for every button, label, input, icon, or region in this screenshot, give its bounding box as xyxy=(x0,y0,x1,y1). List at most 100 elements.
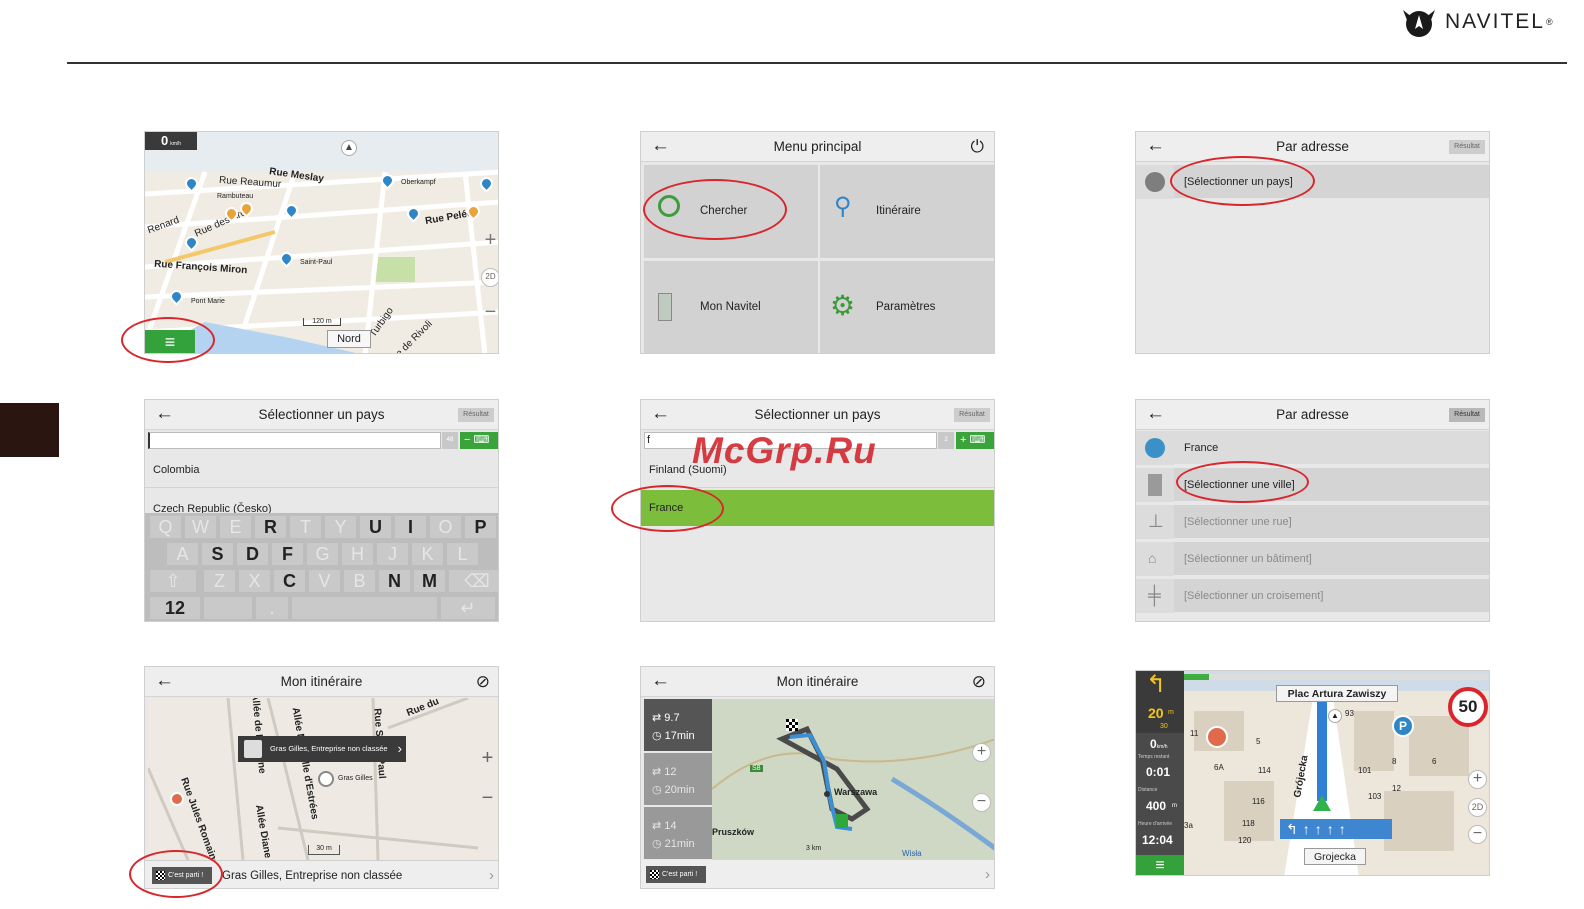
poi-popup[interactable]: Gras Gilles, Entreprise non classée › xyxy=(238,736,406,762)
back-arrow-icon[interactable]: ← xyxy=(651,400,670,428)
route-option-3[interactable]: ⇄ 14 ◷ 21min xyxy=(644,807,712,859)
keyboard-key[interactable]: H xyxy=(341,542,374,566)
keyboard-key[interactable]: X xyxy=(238,569,271,593)
parking-pin[interactable]: P xyxy=(1392,715,1414,737)
zoom-out-button[interactable]: − xyxy=(1468,825,1487,844)
space-key[interactable] xyxy=(291,596,438,620)
keyboard-key[interactable]: B xyxy=(343,569,376,593)
keyboard-toggle-button[interactable]: + ⌨ xyxy=(956,432,994,449)
keyboard-key[interactable]: M xyxy=(413,569,446,593)
keyboard-key[interactable]: P xyxy=(464,515,497,539)
keyboard-key[interactable]: T xyxy=(289,515,322,539)
back-arrow-icon[interactable]: ← xyxy=(651,667,670,695)
go-button[interactable]: C'est parti ! xyxy=(646,866,706,883)
menu-route[interactable]: ⚲ Itinéraire xyxy=(820,165,994,258)
route-options-icon[interactable]: ⊘ xyxy=(972,667,986,697)
back-arrow-icon[interactable]: ← xyxy=(1146,132,1165,160)
keyboard-key[interactable]: F xyxy=(271,542,304,566)
back-arrow-icon[interactable]: ← xyxy=(651,132,670,160)
view-2d-button[interactable]: 2D xyxy=(1468,798,1487,817)
house-number: 8 xyxy=(1392,757,1397,766)
keyboard-key[interactable]: R xyxy=(254,515,287,539)
keyboard-key[interactable]: I xyxy=(394,515,427,539)
highlight-ring xyxy=(1176,461,1309,503)
row-icon: ⌂ xyxy=(1136,542,1174,576)
route-option-1[interactable]: ⇄ 9.7 ◷ 17min xyxy=(644,699,712,751)
keyboard-key[interactable]: Z xyxy=(203,569,236,593)
keyboard-key[interactable]: S xyxy=(201,542,234,566)
map-view[interactable]: 0 km/h ▲ Rue Meslay Rue Reaumur Rambuteau… xyxy=(145,132,498,353)
select-street-row[interactable]: [Sélectionner une rue] xyxy=(1174,505,1489,539)
select-crossing-row[interactable]: [Sélectionner un croisement] xyxy=(1174,579,1489,613)
map-view[interactable]: Warszawa Pruszków Wisła S8 3 km + − xyxy=(712,699,994,860)
keyboard-key[interactable]: ⇧ xyxy=(149,569,197,593)
keyboard-key[interactable]: G xyxy=(306,542,339,566)
speed-limit-sign: 50 xyxy=(1448,687,1488,727)
keyboard-key[interactable]: W xyxy=(184,515,217,539)
menu-my-navitel[interactable]: Mon Navitel xyxy=(644,261,818,353)
zoom-out-button[interactable]: − xyxy=(481,302,498,323)
zoom-in-button[interactable]: + xyxy=(972,743,991,762)
keyboard-key[interactable]: N xyxy=(378,569,411,593)
back-arrow-icon[interactable]: ← xyxy=(1146,400,1165,428)
compass-icon[interactable]: ▲ xyxy=(341,140,357,156)
back-arrow-icon[interactable]: ← xyxy=(155,400,174,428)
keyboard-key[interactable]: A xyxy=(166,542,199,566)
keyboard-key[interactable]: Q xyxy=(149,515,182,539)
zoom-out-button[interactable]: − xyxy=(972,793,991,812)
street-label: Oberkampf xyxy=(401,179,436,186)
dot-key[interactable]: . xyxy=(255,596,289,620)
keyboard-key[interactable]: O xyxy=(429,515,462,539)
bottom-bar: C'est parti ! › xyxy=(641,860,994,888)
menu-button[interactable]: ≡ xyxy=(1136,855,1184,875)
zoom-in-button[interactable]: + xyxy=(1468,770,1487,789)
search-input[interactable] xyxy=(148,432,441,449)
keyboard-key[interactable]: L xyxy=(446,542,479,566)
keyboard-key[interactable]: U xyxy=(359,515,392,539)
result-button[interactable]: Résultat xyxy=(954,408,990,422)
keyboard-toggle-button[interactable]: − ⌨ xyxy=(460,432,498,449)
chevron-right-icon[interactable]: › xyxy=(985,860,990,888)
keyboard-key[interactable]: K xyxy=(411,542,444,566)
language-key[interactable] xyxy=(203,596,253,620)
keyboard-key[interactable]: E xyxy=(219,515,252,539)
zoom-in-button[interactable]: + xyxy=(481,230,498,251)
list-item[interactable]: Colombia xyxy=(145,452,498,488)
poi-pin-red[interactable] xyxy=(1206,726,1228,748)
route-options-icon[interactable]: ⊘ xyxy=(476,667,490,697)
zoom-out-button[interactable]: − xyxy=(478,788,497,809)
map-view[interactable]: Plac Artura Zawiszy Grójecka 50 P ▲ ↰↑↑↑… xyxy=(1184,671,1489,875)
keyboard-key[interactable]: C xyxy=(273,569,306,593)
house-number: 103 xyxy=(1368,792,1382,801)
red-poi-icon[interactable] xyxy=(170,792,184,806)
back-arrow-icon[interactable]: ← xyxy=(155,667,174,695)
brand-mark: ® xyxy=(1545,17,1553,27)
menu-settings[interactable]: ⚙ Paramètres xyxy=(820,261,994,353)
route-option-2[interactable]: ⇄ 12 ◷ 20min xyxy=(644,753,712,805)
enter-key[interactable]: ↵ xyxy=(440,596,496,620)
menu-label: Paramètres xyxy=(876,301,936,313)
result-button[interactable]: Résultat xyxy=(458,408,494,422)
numbers-key[interactable]: 12 xyxy=(149,596,201,620)
title-bar: ← Menu principal ⏻ xyxy=(641,132,994,162)
result-button[interactable]: Résultat xyxy=(1449,140,1485,154)
country-row[interactable]: France xyxy=(1174,431,1489,465)
keyboard-key[interactable]: Y xyxy=(324,515,357,539)
zoom-in-button[interactable]: + xyxy=(478,748,497,769)
keyboard-key[interactable]: ⌫ xyxy=(448,569,498,593)
poi-marker[interactable] xyxy=(318,771,334,787)
select-building-row[interactable]: [Sélectionner un bâtiment] xyxy=(1174,542,1489,576)
view-2d-button[interactable]: 2D xyxy=(481,268,498,287)
screen-title: Par adresse xyxy=(1276,407,1349,422)
result-button[interactable]: Résultat xyxy=(1449,408,1485,422)
search-value: f xyxy=(647,434,651,446)
arrival-label: Heure d'arrivée xyxy=(1138,821,1173,827)
chevron-right-icon[interactable]: › xyxy=(489,861,494,888)
list-item[interactable]: Czech Republic (Česko) xyxy=(145,494,498,514)
keyboard-key[interactable]: J xyxy=(376,542,409,566)
keyboard-key[interactable]: D xyxy=(236,542,269,566)
compass-icon[interactable]: ▲ xyxy=(1328,709,1342,723)
power-icon[interactable]: ⏻ xyxy=(971,132,984,162)
map-view[interactable]: Allée de Pomone Allée Michelle d'Estrées… xyxy=(148,698,498,860)
keyboard-key[interactable]: V xyxy=(308,569,341,593)
